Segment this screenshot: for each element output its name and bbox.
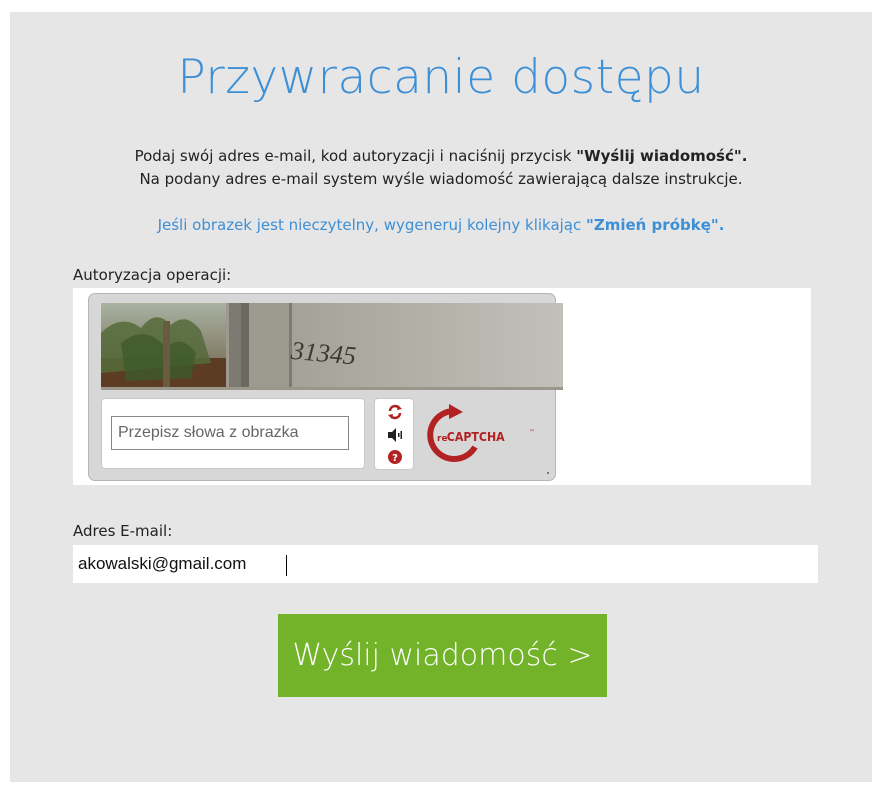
audio-icon[interactable]: [387, 427, 403, 443]
intro-line2: Na podany adres e-mail system wyśle wiad…: [139, 170, 743, 188]
recaptcha-corner-dot: [547, 472, 549, 474]
auth-label: Autoryzacja operacji:: [73, 266, 232, 284]
captcha-controls: ?: [374, 398, 414, 470]
page-title: Przywracanie dostępu: [177, 50, 705, 105]
intro-line1-text: Podaj swój adres e-mail, kod autoryzacji…: [134, 147, 577, 165]
reload-icon[interactable]: [387, 404, 403, 420]
recaptcha-logo-tm: ™: [529, 429, 535, 436]
captcha-image: 31345: [101, 303, 563, 390]
recaptcha-logo: re CAPTCHA ™: [423, 402, 548, 468]
hint-bold: "Zmień próbkę".: [586, 216, 725, 234]
hint-text: Jeśli obrazek jest nieczytelny, wygeneru…: [157, 216, 587, 234]
send-message-button[interactable]: Wyślij wiadomość >: [278, 614, 607, 697]
help-icon[interactable]: ?: [387, 449, 403, 465]
captcha-response-input[interactable]: [111, 416, 349, 450]
captcha-hint: Jeśli obrazek jest nieczytelny, wygeneru…: [10, 216, 872, 234]
captcha-area: 31345 Przepisz słowa z obrazka ? re CAPT…: [73, 288, 811, 485]
email-input[interactable]: [73, 545, 818, 583]
recaptcha-widget: 31345 Przepisz słowa z obrazka ? re CAPT…: [88, 293, 563, 481]
email-label: Adres E-mail:: [73, 522, 173, 540]
text-caret: [286, 555, 287, 576]
recaptcha-logo-text: CAPTCHA: [447, 429, 506, 444]
recovery-panel: Przywracanie dostępu Podaj swój adres e-…: [10, 12, 872, 782]
captcha-image-text: 31345: [289, 336, 357, 371]
svg-text:?: ?: [392, 453, 398, 464]
intro-text: Podaj swój adres e-mail, kod autoryzacji…: [10, 145, 872, 191]
captcha-input-box: [101, 398, 365, 469]
intro-line1-bold: "Wyślij wiadomość".: [576, 147, 748, 165]
